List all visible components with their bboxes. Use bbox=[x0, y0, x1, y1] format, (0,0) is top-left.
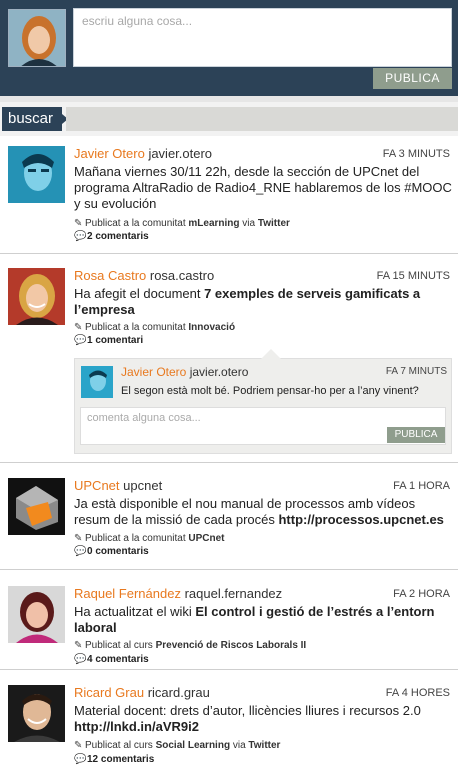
search-tab[interactable]: buscar bbox=[2, 107, 68, 131]
source-link[interactable]: Twitter bbox=[248, 740, 280, 751]
avatar[interactable] bbox=[8, 146, 65, 203]
post-meta: ✎ Publicat al curs Social Learning via Tw… bbox=[74, 740, 281, 751]
comments-link[interactable]: 💬2 comentaris bbox=[74, 231, 149, 242]
comment-icon: 💬 bbox=[74, 231, 87, 242]
comments-link[interactable]: 💬12 comentaris bbox=[74, 754, 154, 765]
comment-publish-button[interactable]: PUBLICA bbox=[387, 427, 445, 443]
pin-icon: ✎ bbox=[74, 533, 83, 544]
post-time: FA 15 MINUTS bbox=[376, 270, 450, 282]
post-meta: ✎ Publicat al curs Prevenció de Riscos La… bbox=[74, 640, 307, 651]
community-link[interactable]: UPCnet bbox=[188, 533, 224, 544]
post-header: Ricard Grau ricard.grau bbox=[74, 685, 210, 700]
post-text: Ja està disponible el nou manual de proc… bbox=[74, 496, 444, 527]
divider bbox=[0, 253, 458, 254]
comments-link[interactable]: 💬1 comentari bbox=[74, 335, 143, 346]
post-time: FA 4 HORES bbox=[385, 687, 450, 699]
comment-time: FA 7 MINUTS bbox=[385, 366, 447, 377]
avatar[interactable] bbox=[8, 586, 65, 643]
community-link[interactable]: Innovació bbox=[188, 322, 235, 333]
search-bar: buscar bbox=[0, 96, 458, 136]
comment-author-username: javier.otero bbox=[189, 365, 249, 379]
comment-thread: Javier Otero javier.otero FA 7 MINUTS El… bbox=[74, 349, 452, 454]
course-link[interactable]: Social Learning bbox=[156, 740, 230, 751]
comments-link[interactable]: 💬0 comentaris bbox=[74, 546, 149, 557]
author-name[interactable]: Ricard Grau bbox=[74, 685, 144, 700]
external-link[interactable]: http://lnkd.in/aVR9i2 bbox=[74, 719, 199, 734]
comment-avatar[interactable] bbox=[81, 366, 113, 398]
pin-icon: ✎ bbox=[74, 218, 83, 229]
divider bbox=[0, 669, 458, 670]
post-meta: ✎ Publicat a la comunitat mLearning via T… bbox=[74, 218, 290, 229]
post-text: Ha afegit el document 7 exemples de serv… bbox=[74, 286, 421, 317]
course-link[interactable]: Prevenció de Riscos Laborals II bbox=[156, 640, 307, 651]
author-username: javier.otero bbox=[148, 146, 213, 161]
comment-icon: 💬 bbox=[74, 754, 87, 765]
author-username: upcnet bbox=[123, 478, 163, 493]
community-link[interactable]: mLearning bbox=[188, 218, 239, 229]
post-text: Ha actualitzat el wiki El control i gest… bbox=[74, 604, 435, 635]
search-field[interactable] bbox=[66, 107, 458, 131]
comment-icon: 💬 bbox=[74, 654, 87, 665]
author-username: rosa.castro bbox=[149, 268, 215, 283]
current-user-avatar[interactable] bbox=[8, 9, 66, 67]
source-link[interactable]: Twitter bbox=[258, 218, 290, 229]
post-header: Javier Otero javier.otero bbox=[74, 146, 212, 161]
comment-icon: 💬 bbox=[74, 546, 87, 557]
pin-icon: ✎ bbox=[74, 322, 83, 333]
post-text: Mañana viernes 30/11 22h, desde la secci… bbox=[74, 164, 452, 211]
external-link[interactable]: http://processos.upcnet.es bbox=[278, 512, 443, 527]
post-meta: ✎ Publicat a la comunitat Innovació bbox=[74, 322, 236, 333]
post-header: Rosa Castro rosa.castro bbox=[74, 268, 214, 283]
author-username: raquel.fernandez bbox=[184, 586, 283, 601]
comment-header: Javier Otero javier.otero bbox=[121, 365, 248, 379]
avatar[interactable] bbox=[8, 268, 65, 325]
avatar[interactable] bbox=[8, 478, 65, 535]
post-header: Raquel Fernández raquel.fernandez bbox=[74, 586, 282, 601]
post-header: UPCnet upcnet bbox=[74, 478, 162, 493]
author-name[interactable]: Raquel Fernández bbox=[74, 586, 181, 601]
post-time: FA 1 HORA bbox=[393, 480, 450, 492]
comments-link[interactable]: 💬4 comentaris bbox=[74, 654, 149, 665]
comment-icon: 💬 bbox=[74, 335, 87, 346]
post-text: Material docent: drets d’autor, llicènci… bbox=[74, 703, 421, 734]
author-name[interactable]: UPCnet bbox=[74, 478, 120, 493]
divider bbox=[0, 462, 458, 463]
comment-author-name[interactable]: Javier Otero bbox=[121, 365, 186, 379]
divider bbox=[0, 569, 458, 570]
post-meta: ✎ Publicat a la comunitat UPCnet bbox=[74, 533, 225, 544]
publish-button[interactable]: PUBLICA bbox=[373, 68, 452, 89]
post-input[interactable] bbox=[73, 8, 452, 67]
comment-text: El segon està molt bé. Podriem pensar-ho… bbox=[121, 385, 419, 397]
author-username: ricard.grau bbox=[147, 685, 210, 700]
avatar[interactable] bbox=[8, 685, 65, 742]
pin-icon: ✎ bbox=[74, 740, 83, 751]
pin-icon: ✎ bbox=[74, 640, 83, 651]
post-time: FA 2 HORA bbox=[393, 588, 450, 600]
author-name[interactable]: Rosa Castro bbox=[74, 268, 146, 283]
post-time: FA 3 MINUTS bbox=[382, 148, 450, 160]
post-composer: PUBLICA bbox=[0, 0, 458, 96]
author-name[interactable]: Javier Otero bbox=[74, 146, 145, 161]
